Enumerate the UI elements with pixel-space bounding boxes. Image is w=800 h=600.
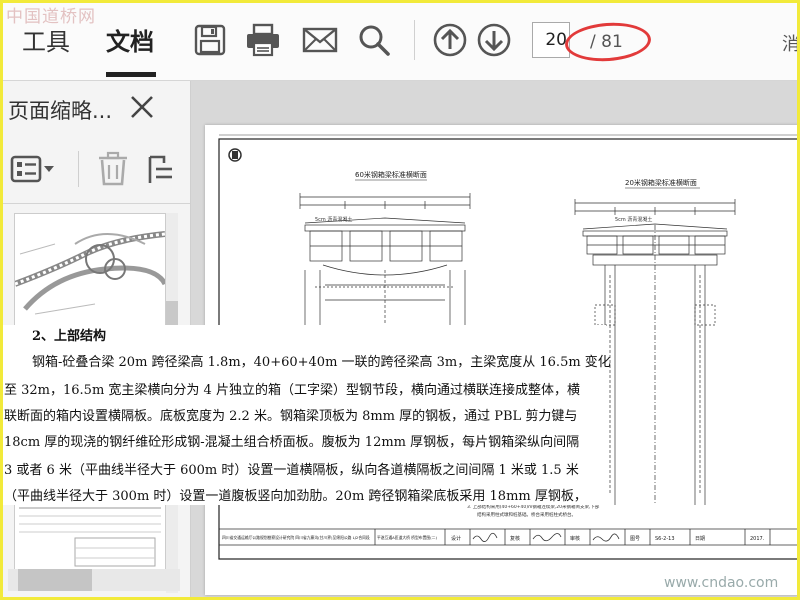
annotation-ellipse <box>563 20 653 64</box>
trash-icon[interactable] <box>96 151 130 191</box>
right-dim-text: 5cm 沥青混凝土 <box>615 216 652 223</box>
signature-icon <box>472 532 620 542</box>
toolbar: 中国道桥网 工具 文档 20 / 81 消 <box>0 0 800 81</box>
titleblock-drawing-no: S6-2-13 <box>655 536 675 542</box>
paragraph-line: 18cm 厚的现浇的钢纤维砼形成钢-混凝土组合桥面板。腹板为 12mm 厚钢板，… <box>4 435 580 450</box>
save-icon[interactable] <box>192 22 228 58</box>
paragraph-line: 至 32m，16.5m 宽主梁横向分为 4 片独立的箱（工字梁）型钢节段，横向通… <box>4 383 580 398</box>
paragraph-line: 联断面的箱内设置横隔板。底板宽度为 2.2 米。钢箱梁顶板为 8mm 厚的钢板，… <box>4 409 578 424</box>
page-number-input[interactable]: 20 <box>532 22 570 58</box>
paragraph-line: （平曲线半径大于 300m 时）设置一道腹板竖向加劲肋。20m 跨径钢箱梁底板采… <box>4 489 587 504</box>
active-tab-indicator <box>106 72 156 77</box>
watermark-url: www.cndao.com <box>664 575 779 591</box>
titleblock-label-drawing-no: 图号 <box>630 536 640 542</box>
titleblock-label-design: 设计 <box>451 535 461 542</box>
titleblock-label-date: 日期 <box>695 536 705 542</box>
sidebar-title: 页面缩略... <box>8 99 113 123</box>
drawing-note-line: 结构采用柱式墩和桩基础。桥台采用桩柱式桥台。 <box>477 511 576 518</box>
titleblock-drawing-name: 平遂互通A匝道大桥 桥型布置图(二) <box>377 535 437 540</box>
sidebar-divider <box>78 151 79 187</box>
toolbar-edge-glyph: 消 <box>782 34 800 55</box>
page-up-icon[interactable] <box>432 22 468 58</box>
print-icon[interactable] <box>245 22 281 58</box>
titleblock-label-approve: 审核 <box>570 535 580 542</box>
tab-document[interactable]: 文档 <box>106 22 154 57</box>
search-icon[interactable] <box>356 22 392 58</box>
page-thumbnail[interactable] <box>14 501 166 573</box>
right-section-title: 20米钢箱梁标准横断面 <box>625 178 697 187</box>
sidebar-separator <box>0 203 190 204</box>
titleblock-company: 四川省交通运输厅公路规划勘察设计研究院 四川省九寨沟(甘川界)至绵阳公路 LJ2… <box>222 535 370 540</box>
tab-tools[interactable]: 工具 <box>22 22 70 57</box>
titleblock-date: 2017. <box>750 536 765 542</box>
page-thumbnail[interactable] <box>14 213 166 327</box>
extract-page-icon[interactable] <box>146 151 176 191</box>
left-dim-text: 5cm 沥青混凝土 <box>315 216 352 223</box>
paragraph-line: 3 或者 6 米（平曲线半径大于 600m 时）设置一道横隔板，纵向各道横隔板之… <box>4 463 579 478</box>
text-overlay: 2、上部结构 钢箱-砼叠合梁 20m 跨径梁高 1.8m，40+60+40m 一… <box>0 325 611 505</box>
thumbnail-options-icon[interactable] <box>10 151 58 191</box>
left-cross-section <box>299 193 471 335</box>
section-heading: 2、上部结构 <box>32 329 107 344</box>
sidebar-horizontal-scrollbar-thumb[interactable] <box>18 569 92 591</box>
toolbar-divider <box>414 20 415 60</box>
page-down-icon[interactable] <box>476 22 512 58</box>
left-section-title: 60米钢箱梁标准横断面 <box>355 170 427 179</box>
close-icon[interactable] <box>128 93 156 121</box>
titleblock-label-review: 复核 <box>510 535 520 542</box>
mail-icon[interactable] <box>302 22 338 58</box>
drawing-logo-icon <box>228 148 242 162</box>
paragraph-line: 钢箱-砼叠合梁 20m 跨径梁高 1.8m，40+60+40m 一联的跨径梁高 … <box>32 355 611 370</box>
